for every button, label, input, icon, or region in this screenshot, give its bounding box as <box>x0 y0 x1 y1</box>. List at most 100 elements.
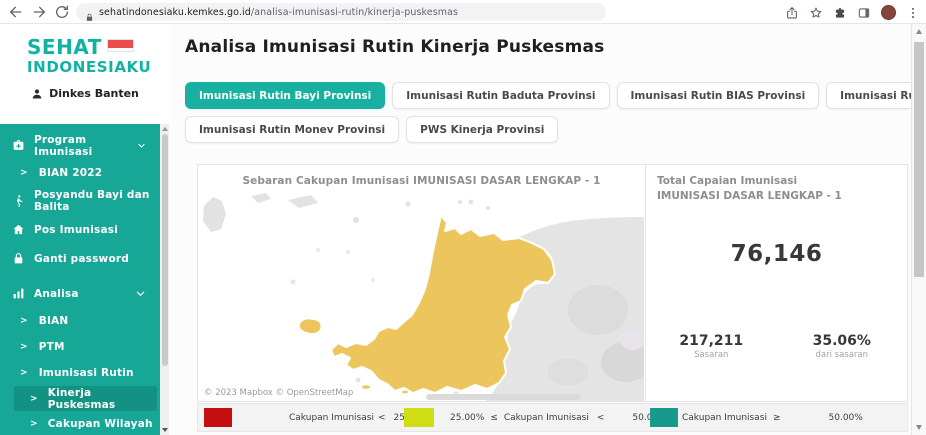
tab-imunisasi-rutin-baduta-provinsi[interactable]: Imunisasi Rutin Baduta Provinsi <box>392 82 609 109</box>
menu-kebab-icon[interactable] <box>906 5 920 19</box>
chevron-right-icon: > <box>20 168 28 178</box>
legend-value-low: 25.00% <box>450 413 484 423</box>
percent-stat: 35.06% dari sasaran <box>777 333 908 360</box>
sidebar-item-label: PTM <box>39 341 65 353</box>
page-title: Analisa Imunisasi Rutin Kinerja Puskesma… <box>185 37 605 57</box>
map-islet <box>458 200 462 204</box>
sidebar-scrollbar[interactable] <box>160 124 169 435</box>
sidebar-item-label: Posyandu Bayi dan Balita <box>34 189 160 213</box>
main-content: Analisa Imunisasi Rutin Kinerja Puskesma… <box>169 24 911 435</box>
stats-header-line1: Total Capaian Imunisasi <box>657 174 907 189</box>
extensions-puzzle-icon[interactable] <box>833 5 847 19</box>
user-label: Dinkes Banten <box>49 87 139 100</box>
map-urban-patch <box>620 330 644 350</box>
chevron-down-icon <box>137 140 146 151</box>
address-bar[interactable]: sehatindonesiaku.kemkes.go.id/analisa-im… <box>76 3 606 21</box>
side-panel-icon[interactable] <box>857 5 871 19</box>
sasaran-value: 217,211 <box>646 333 777 349</box>
page-scrollbar[interactable] <box>911 24 926 435</box>
sidebar-item-label: Imunisasi Rutin <box>39 367 134 379</box>
indonesian-flag-icon <box>107 39 134 52</box>
tab-imunisasi-rutin-bayi-provinsi[interactable]: Imunisasi Rutin Bayi Provinsi <box>185 82 385 109</box>
sidebar-item-label: Ganti password <box>34 253 129 265</box>
dashboard-card: Sebaran Cakupan Imunisasi IMUNISASI DASA… <box>197 164 908 402</box>
stats-header: Total Capaian Imunisasi IMUNISASI DASAR … <box>646 165 907 204</box>
tab-imunisasi-rutin-monev-provinsi[interactable]: Imunisasi Rutin Monev Provinsi <box>185 116 399 143</box>
url-text: sehatindonesiaku.kemkes.go.id/analisa-im… <box>99 7 458 18</box>
back-icon[interactable] <box>8 4 24 20</box>
padlock-icon <box>85 7 94 18</box>
region-banten-islet <box>402 391 408 394</box>
legend-operator-low: ≤ <box>490 413 498 423</box>
scroll-down-arrow[interactable] <box>162 428 168 432</box>
sidebar-item-pos-imunisasi[interactable]: Pos Imunisasi <box>0 215 160 244</box>
legend-value: 50.00% <box>829 413 863 423</box>
logo-line1: SEHAT <box>27 37 102 57</box>
percent-value: 35.06% <box>777 333 908 349</box>
map-terrain-patch <box>548 358 588 386</box>
browser-window: sehatindonesiaku.kemkes.go.id/analisa-im… <box>0 0 926 435</box>
url-domain: sehatindonesiaku.kemkes.go.id <box>99 7 251 18</box>
map-islet <box>469 200 474 205</box>
tab-imunisasi-rutin-bias-provinsi[interactable]: Imunisasi Rutin BIAS Provinsi <box>617 82 820 109</box>
sidebar-item-posyandu[interactable]: Posyandu Bayi dan Balita <box>0 186 160 215</box>
stats-columns: 217,211 Sasaran 35.06% dari sasaran <box>646 333 907 360</box>
map-islet <box>371 278 375 282</box>
chevron-right-icon: > <box>30 394 38 404</box>
horizontal-scrollbar-thumb[interactable] <box>426 394 581 400</box>
chevron-down-icon <box>135 288 146 299</box>
sidebar-item-cakupan-wilayah[interactable]: > Cakupan Wilayah <box>14 411 157 435</box>
map-islet <box>486 206 490 210</box>
legend-label: Cakupan Imunisasi <box>504 413 589 423</box>
app-logo: SEHAT INDONESIAKU <box>27 37 170 76</box>
sidebar-item-ganti-password[interactable]: Ganti password <box>0 244 160 273</box>
medical-briefcase-icon <box>12 139 25 152</box>
page-scrollbar-thumb[interactable] <box>914 42 924 277</box>
sidebar-scrollbar-thumb[interactable] <box>162 134 168 366</box>
map-terrain-patch <box>568 285 628 335</box>
legend-item-low: Cakupan Imunisasi < 25.00% <box>204 404 428 431</box>
bookmark-star-icon[interactable] <box>809 5 823 19</box>
sidebar-item-program-imunisasi[interactable]: Program Imunisasi <box>0 131 160 160</box>
map-islet <box>346 250 350 254</box>
tab-pws-kinerja-provinsi[interactable]: PWS Kinerja Provinsi <box>406 116 558 143</box>
sidebar-item-label: Cakupan Wilayah <box>48 418 153 430</box>
profile-avatar[interactable] <box>881 5 896 20</box>
sidebar-item-bian[interactable]: > BIAN <box>0 308 160 334</box>
legend-operator: < <box>378 413 386 423</box>
map-islet <box>316 248 320 252</box>
region-banten-island[interactable] <box>299 319 321 334</box>
sidebar-item-label: BIAN <box>39 315 69 327</box>
map-panel[interactable]: Sebaran Cakupan Imunisasi IMUNISASI DASA… <box>198 165 646 401</box>
legend-swatch-yellow <box>404 408 434 427</box>
sidebar-item-imunisasi-rutin[interactable]: > Imunisasi Rutin <box>0 360 160 386</box>
stats-panel: Total Capaian Imunisasi IMUNISASI DASAR … <box>646 165 907 401</box>
region-banten-islet <box>362 385 370 389</box>
user-icon <box>31 88 43 100</box>
map-islet <box>356 378 361 383</box>
percent-label: dari sasaran <box>777 350 908 360</box>
sidebar-item-ptm[interactable]: > PTM <box>0 334 160 360</box>
sidebar-item-label: Kinerja Puskesmas <box>48 387 157 411</box>
scroll-up-arrow[interactable] <box>916 29 922 34</box>
total-capaian-value: 76,146 <box>646 241 907 267</box>
user-account[interactable]: Dinkes Banten <box>0 87 170 100</box>
sidebar-item-bian-2022[interactable]: > BIAN 2022 <box>0 160 160 186</box>
sasaran-label: Sasaran <box>646 350 777 360</box>
scroll-down-arrow[interactable] <box>916 425 922 430</box>
scroll-up-arrow[interactable] <box>162 127 168 131</box>
map-islet <box>353 217 359 223</box>
sidebar-item-label: Pos Imunisasi <box>34 224 118 236</box>
logo-line2: INDONESIAKU <box>27 58 170 76</box>
reload-icon[interactable] <box>54 4 70 20</box>
legend-swatch-teal <box>650 408 678 427</box>
forward-icon[interactable] <box>31 4 47 20</box>
sidebar-item-analisa[interactable]: Analisa <box>0 279 160 308</box>
legend-item-mid: 25.00% ≤ Cakupan Imunisasi < 50.00% <box>404 404 667 431</box>
home-icon <box>12 223 25 236</box>
choropleth-map[interactable] <box>198 190 644 401</box>
share-icon[interactable] <box>785 5 799 19</box>
legend-label: Cakupan Imunisasi <box>682 413 767 423</box>
sidebar-item-kinerja-puskesmas[interactable]: > Kinerja Puskesmas <box>14 386 157 411</box>
legend-swatch-red <box>204 408 232 427</box>
